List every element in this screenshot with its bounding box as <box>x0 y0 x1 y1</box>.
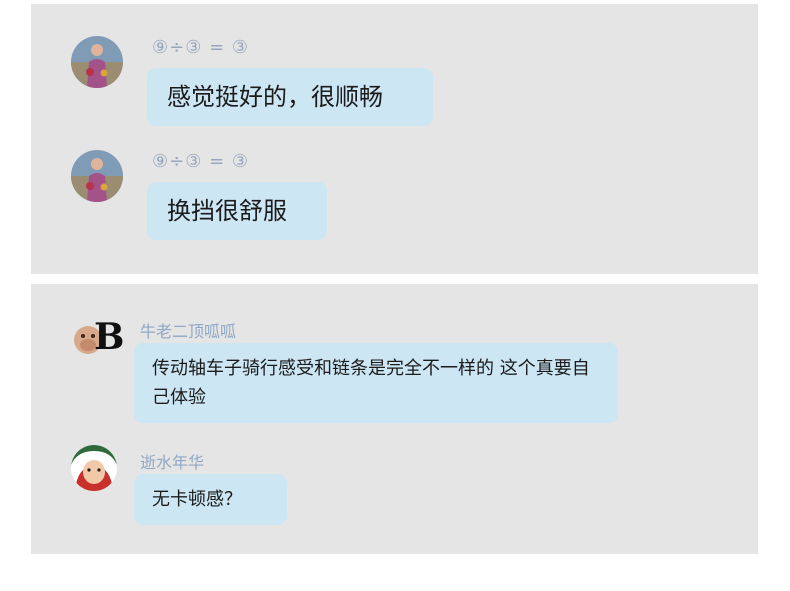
message-bubble[interactable]: 传动轴车子骑行感受和链条是完全不一样的 这个真要自己体验 <box>134 343 618 423</box>
message-bubble[interactable]: 无卡顿感？ <box>134 474 287 525</box>
sender-name: 逝水年华 <box>140 453 205 472</box>
sender-name: ⑨÷③ = ③ <box>152 151 250 172</box>
person-photo-icon <box>71 150 123 202</box>
message-bubble[interactable]: 感觉挺好的，很顺畅 <box>147 68 433 126</box>
avatar-letter: B <box>94 316 125 358</box>
avatar[interactable]: B <box>72 315 124 361</box>
person-photo-icon <box>71 36 123 88</box>
chat-panel-bottom: B 牛老二顶呱呱 传动轴车子骑行感受和链条是完全不一样的 这个真要自己体验 逝水… <box>31 284 758 554</box>
avatar[interactable] <box>71 445 117 491</box>
sender-name: 牛老二顶呱呱 <box>140 322 237 341</box>
cartoon-girl-icon <box>71 445 117 491</box>
message-bubble[interactable]: 换挡很舒服 <box>147 182 327 240</box>
chat-panel-top: ⑨÷③ = ③ 感觉挺好的，很顺畅 ⑨÷③ = ③ 换挡很舒服 <box>31 4 758 274</box>
avatar[interactable] <box>71 150 123 202</box>
sender-name: ⑨÷③ = ③ <box>152 37 250 58</box>
avatar[interactable] <box>71 36 123 88</box>
